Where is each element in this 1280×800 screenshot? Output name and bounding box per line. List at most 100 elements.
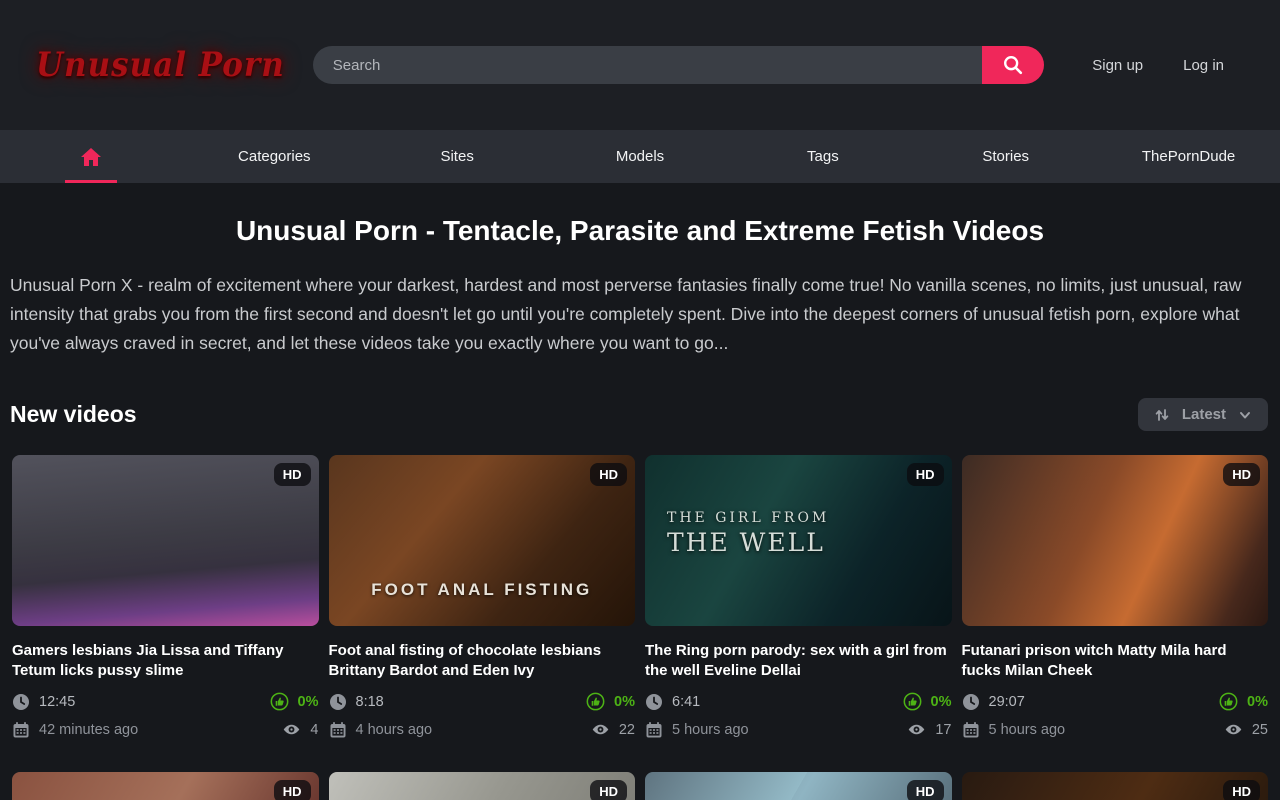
video-views: 17 bbox=[907, 720, 951, 739]
sort-dropdown[interactable]: Latest bbox=[1138, 398, 1268, 431]
video-views-value: 17 bbox=[935, 722, 951, 738]
hd-badge: HD bbox=[274, 780, 311, 800]
sort-label: Latest bbox=[1182, 406, 1226, 423]
clock-icon bbox=[329, 693, 347, 711]
main-nav: Categories Sites Models Tags Stories The… bbox=[0, 130, 1280, 183]
nav-item-models[interactable]: Models bbox=[549, 130, 732, 183]
video-duration: 12:45 bbox=[12, 693, 75, 711]
hd-badge: HD bbox=[907, 463, 944, 486]
eye-icon bbox=[907, 720, 926, 739]
clock-icon bbox=[962, 693, 980, 711]
video-meta-row: 8:18 0% bbox=[329, 692, 636, 711]
site-logo[interactable]: Unusual Porn bbox=[36, 46, 285, 85]
video-title[interactable]: Futanari prison witch Matty Mila hard fu… bbox=[962, 641, 1269, 681]
thumbs-up-icon bbox=[586, 692, 605, 711]
video-views: 25 bbox=[1224, 720, 1268, 739]
video-title[interactable]: Foot anal fisting of chocolate lesbians … bbox=[329, 641, 636, 681]
video-rating-value: 0% bbox=[614, 694, 635, 710]
video-rating-value: 0% bbox=[931, 694, 952, 710]
main-content: Unusual Porn - Tentacle, Parasite and Ex… bbox=[0, 215, 1280, 800]
calendar-icon bbox=[12, 721, 30, 739]
video-duration-value: 12:45 bbox=[39, 694, 75, 710]
hd-badge: HD bbox=[274, 463, 311, 486]
thumbnail-caption-line2: THE WELL bbox=[667, 528, 829, 557]
video-meta-row: 6:41 0% bbox=[645, 692, 952, 711]
video-views-value: 25 bbox=[1252, 722, 1268, 738]
video-title[interactable]: Gamers lesbians Jia Lissa and Tiffany Te… bbox=[12, 641, 319, 681]
signup-link[interactable]: Sign up bbox=[1092, 57, 1143, 74]
eye-icon bbox=[591, 720, 610, 739]
video-card: HD Futanari prison witch Matty Mila hard… bbox=[962, 455, 1269, 748]
thumbnail-caption-line1: THE GIRL FROM bbox=[667, 510, 829, 526]
video-views-value: 4 bbox=[310, 722, 318, 738]
video-title[interactable]: The Ring porn parody: sex with a girl fr… bbox=[645, 641, 952, 681]
nav-item-theporndude[interactable]: ThePornDude bbox=[1097, 130, 1280, 183]
page-title: Unusual Porn - Tentacle, Parasite and Ex… bbox=[0, 215, 1280, 247]
chevron-down-icon bbox=[1238, 408, 1252, 422]
video-grid: HD Gamers lesbians Jia Lissa and Tiffany… bbox=[0, 455, 1280, 800]
hd-badge: HD bbox=[1223, 780, 1260, 800]
site-header: Unusual Porn Sign up Log in bbox=[0, 0, 1280, 130]
video-rating: 0% bbox=[903, 692, 952, 711]
video-meta-row: 42 minutes ago 4 bbox=[12, 720, 319, 739]
video-duration-value: 6:41 bbox=[672, 694, 700, 710]
video-thumbnail[interactable]: HD bbox=[329, 772, 636, 800]
video-meta-row: 29:07 0% bbox=[962, 692, 1269, 711]
section-header: New videos Latest bbox=[0, 398, 1280, 431]
nav-item-sites[interactable]: Sites bbox=[366, 130, 549, 183]
hd-badge: HD bbox=[907, 780, 944, 800]
thumbnail-caption: THE GIRL FROM THE WELL bbox=[667, 510, 829, 557]
video-age-value: 42 minutes ago bbox=[39, 722, 138, 738]
login-link[interactable]: Log in bbox=[1183, 57, 1224, 74]
calendar-icon bbox=[962, 721, 980, 739]
video-card: FOOT ANAL FISTING HD Foot anal fisting o… bbox=[329, 455, 636, 748]
video-thumbnail[interactable]: HD bbox=[962, 772, 1269, 800]
eye-icon bbox=[282, 720, 301, 739]
video-rating-value: 0% bbox=[1247, 694, 1268, 710]
video-thumbnail[interactable]: THE GIRL FROM THE WELL HD bbox=[645, 455, 952, 626]
video-card: HD bbox=[329, 772, 636, 800]
clock-icon bbox=[12, 693, 30, 711]
section-heading: New videos bbox=[10, 401, 137, 428]
eye-icon bbox=[1224, 720, 1243, 739]
video-duration: 6:41 bbox=[645, 693, 700, 711]
thumbs-up-icon bbox=[270, 692, 289, 711]
page-description: Unusual Porn X - realm of excitement whe… bbox=[0, 271, 1280, 358]
video-age-value: 4 hours ago bbox=[356, 722, 433, 738]
video-card: HD bbox=[962, 772, 1269, 800]
video-rating-value: 0% bbox=[298, 694, 319, 710]
video-card: HD bbox=[12, 772, 319, 800]
video-views-value: 22 bbox=[619, 722, 635, 738]
search-input[interactable] bbox=[313, 46, 982, 84]
home-icon bbox=[79, 145, 103, 169]
video-card: THE GIRL FROM THE WELL HD The Ring porn … bbox=[645, 455, 952, 748]
video-age: 5 hours ago bbox=[962, 721, 1066, 739]
nav-item-stories[interactable]: Stories bbox=[914, 130, 1097, 183]
video-duration-value: 29:07 bbox=[989, 694, 1025, 710]
video-card: HD bbox=[645, 772, 952, 800]
clock-icon bbox=[645, 693, 663, 711]
video-age: 42 minutes ago bbox=[12, 721, 138, 739]
video-thumbnail[interactable]: HD bbox=[12, 455, 319, 626]
video-duration-value: 8:18 bbox=[356, 694, 384, 710]
nav-item-home[interactable] bbox=[0, 130, 183, 183]
thumbs-up-icon bbox=[903, 692, 922, 711]
search-button[interactable] bbox=[982, 46, 1044, 84]
hd-badge: HD bbox=[590, 780, 627, 800]
video-views: 4 bbox=[282, 720, 318, 739]
nav-item-categories[interactable]: Categories bbox=[183, 130, 366, 183]
search-icon bbox=[1002, 54, 1024, 76]
video-thumbnail[interactable]: HD bbox=[962, 455, 1269, 626]
video-meta-row: 5 hours ago 17 bbox=[645, 720, 952, 739]
sort-icon bbox=[1154, 407, 1170, 423]
video-thumbnail[interactable]: HD bbox=[12, 772, 319, 800]
video-age-value: 5 hours ago bbox=[672, 722, 749, 738]
video-rating: 0% bbox=[586, 692, 635, 711]
video-meta-row: 5 hours ago 25 bbox=[962, 720, 1269, 739]
video-thumbnail[interactable]: HD bbox=[645, 772, 952, 800]
active-tab-indicator bbox=[65, 180, 117, 183]
video-age: 5 hours ago bbox=[645, 721, 749, 739]
video-meta-row: 12:45 0% bbox=[12, 692, 319, 711]
video-thumbnail[interactable]: FOOT ANAL FISTING HD bbox=[329, 455, 636, 626]
nav-item-tags[interactable]: Tags bbox=[731, 130, 914, 183]
